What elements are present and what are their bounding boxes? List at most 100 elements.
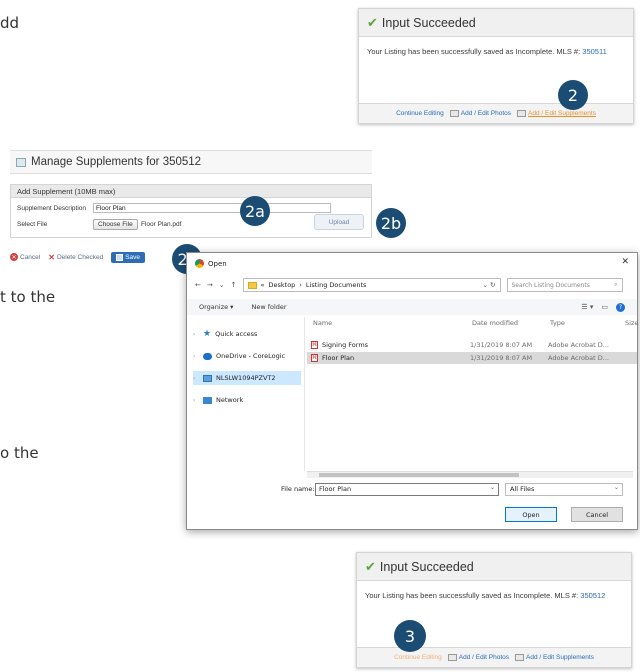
chevron-down-icon: ⌄ [613, 484, 619, 491]
cancel-button[interactable]: Cancel [571, 507, 623, 522]
add-edit-photos-link[interactable]: Add / Edit Photos [459, 654, 509, 661]
file-type: Adobe Acrobat D... [548, 341, 609, 349]
search-placeholder: Search Listing Documents [511, 281, 590, 289]
supplement-icon [517, 109, 526, 117]
add-edit-photos-link[interactable]: Add / Edit Photos [461, 110, 511, 117]
add-edit-supplements-link[interactable]: Add / Edit Supplements [526, 654, 594, 661]
save-icon [116, 253, 124, 261]
open-button[interactable]: Open [505, 507, 557, 522]
supplements-title: Manage Supplements for 350512 [31, 156, 202, 168]
nav-network[interactable]: › Network [193, 393, 301, 407]
cancel-label: Cancel [20, 253, 41, 261]
upload-button[interactable]: Upload [314, 214, 364, 230]
expand-icon: › [193, 330, 196, 338]
preview-pane-icon[interactable]: ▭ [601, 303, 608, 311]
open-file-dialog: Open ✕ ← → ⌄ ↑ « Desktop › Listing Docum… [186, 252, 638, 530]
nav-onedrive[interactable]: › OneDrive - CoreLogic [193, 349, 301, 363]
breadcrumb-listing-documents[interactable]: Listing Documents [306, 281, 367, 289]
success-title: Input Succeeded [379, 559, 474, 574]
up-icon[interactable]: ↑ [231, 281, 237, 289]
text-fragment: dd [0, 14, 20, 32]
file-name: Signing Forms [322, 341, 369, 349]
file-name: Floor Plan [322, 354, 355, 362]
choose-file-button[interactable]: Choose File [93, 219, 138, 230]
chosen-file-name: Floor Plan.pdf [141, 221, 182, 228]
address-bar[interactable]: « Desktop › Listing Documents ⌄ ↻ [242, 278, 501, 292]
column-name[interactable]: Name [313, 319, 332, 327]
expand-icon: › [193, 374, 196, 382]
help-icon[interactable]: ? [616, 302, 625, 312]
file-type: Adobe Acrobat D... [548, 354, 609, 362]
breadcrumb-desktop[interactable]: Desktop [268, 281, 295, 289]
success-message: Your Listing has been successfully saved… [357, 581, 631, 610]
select-file-label: Select File [17, 221, 48, 228]
photo-icon [449, 109, 459, 117]
scrollbar-thumb[interactable] [319, 473, 519, 477]
breadcrumb-sep: « [260, 281, 265, 289]
nav-label: OneDrive - CoreLogic [216, 352, 286, 360]
breadcrumb-sep: › [299, 281, 302, 289]
supplement-icon [515, 653, 524, 661]
success-header: ✔ Input Succeeded [357, 553, 631, 581]
search-icon: ⌕ [614, 281, 618, 288]
nav-label: Quick access [215, 330, 258, 338]
navigation-pane: › ★ Quick access › OneDrive - CoreLogic … [187, 317, 305, 471]
add-edit-supplements-link[interactable]: Add / Edit Supplements [528, 110, 596, 117]
check-icon: ✔ [365, 558, 376, 574]
file-name-input[interactable]: Floor Plan ⌄ [315, 483, 499, 496]
recent-dropdown-icon[interactable]: ⌄ [219, 281, 225, 289]
expand-icon: › [193, 396, 196, 404]
success-message-text: Your Listing has been successfully saved… [365, 591, 579, 600]
new-folder-button[interactable]: New folder [251, 303, 286, 311]
success-panel-bottom: ✔ Input Succeeded Your Listing has been … [356, 552, 632, 668]
cancel-icon: ✕ [10, 253, 18, 261]
file-type-filter[interactable]: All Files ⌄ [505, 483, 623, 496]
save-label: Save [125, 253, 141, 261]
mls-number[interactable]: 350511 [582, 47, 606, 56]
dialog-title-bar: Open [195, 259, 227, 268]
delete-checked-action[interactable]: ✕ Delete Checked [48, 253, 103, 262]
nav-quick-access[interactable]: › ★ Quick access [193, 327, 301, 341]
search-input[interactable]: Search Listing Documents ⌕ [506, 278, 623, 292]
organize-button[interactable]: Organize ▾ [199, 303, 233, 311]
column-size[interactable]: Size [625, 319, 638, 327]
nav-this-pc[interactable]: › NLSLW1094PZVT2 [193, 371, 301, 385]
file-name-label: File name: [281, 485, 315, 493]
success-footer: Continue Editing Add / Edit Photos Add /… [357, 647, 631, 667]
step-badge-2b: 2b [376, 208, 406, 238]
file-row-selected[interactable]: ⌘ Floor Plan 1/31/2019 8:07 AM Adobe Acr… [307, 352, 637, 364]
file-date: 1/31/2019 8:07 AM [470, 354, 533, 362]
file-row[interactable]: ⌘ Signing Forms 1/31/2019 8:07 AM Adobe … [307, 339, 637, 351]
description-input[interactable]: Floor Plan [93, 203, 331, 213]
file-name-value: Floor Plan [319, 485, 352, 493]
computer-icon [203, 374, 212, 382]
cancel-action[interactable]: ✕ Cancel [10, 253, 40, 261]
forward-icon[interactable]: → [207, 281, 213, 289]
description-label: Supplement Description [17, 205, 87, 212]
network-icon [203, 396, 212, 404]
pdf-icon: ⌘ [311, 354, 318, 362]
view-options-icon[interactable]: ☰ ▾ [581, 303, 593, 311]
chevron-down-icon[interactable]: ⌄ [490, 484, 495, 491]
back-icon[interactable]: ← [195, 281, 201, 289]
chrome-icon [195, 259, 204, 268]
column-date-modified[interactable]: Date modified [472, 319, 518, 327]
close-icon[interactable]: ✕ [621, 257, 629, 267]
success-message-text: Your Listing has been successfully saved… [367, 47, 581, 56]
nav-label: Network [216, 396, 244, 404]
column-type[interactable]: Type [550, 319, 565, 327]
continue-editing-link[interactable]: Continue Editing [396, 110, 444, 117]
check-icon: ✔ [367, 14, 378, 30]
mls-number[interactable]: 350512 [580, 591, 605, 600]
dialog-title: Open [208, 259, 227, 268]
navigation-bar: ← → ⌄ ↑ « Desktop › Listing Documents ⌄ … [195, 277, 631, 293]
refresh-icon[interactable]: ⌄ ↻ [483, 281, 496, 289]
horizontal-scrollbar[interactable] [307, 471, 633, 478]
success-footer: Continue Editing Add / Edit Photos Add /… [359, 103, 633, 123]
success-message: Your Listing has been successfully saved… [359, 37, 633, 66]
save-button[interactable]: Save [111, 251, 146, 263]
continue-editing-link[interactable]: Continue Editing [394, 654, 442, 661]
text-fragment: t to the [0, 288, 56, 306]
pdf-icon: ⌘ [311, 341, 318, 349]
success-panel-top: ✔ Input Succeeded Your Listing has been … [358, 8, 634, 124]
